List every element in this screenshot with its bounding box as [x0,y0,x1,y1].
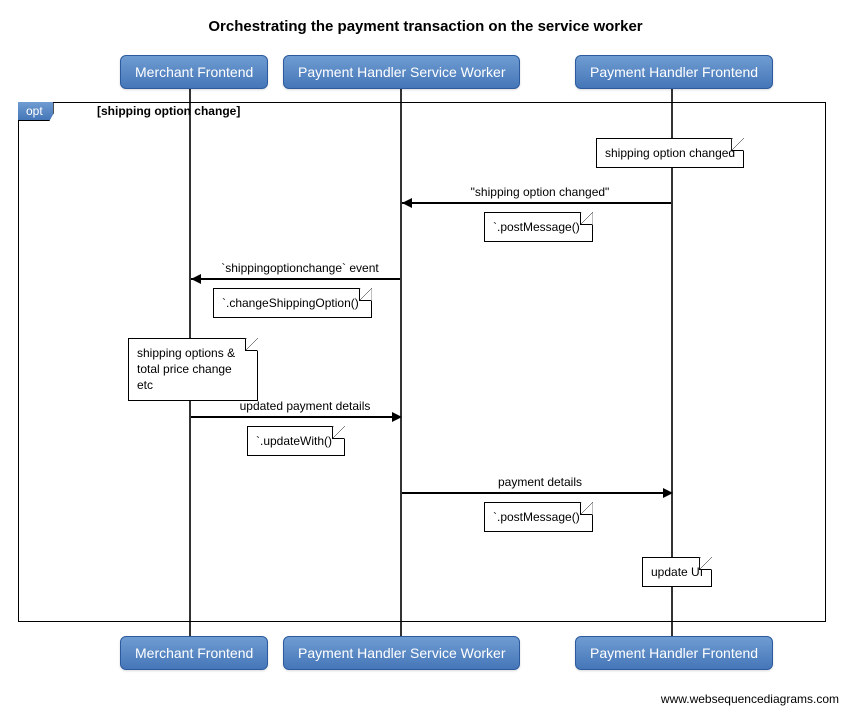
msg-line-1 [402,202,671,204]
participant-sw-bottom: Payment Handler Service Worker [283,636,520,670]
msg-line-3 [191,416,400,418]
msg-label-updated-details: updated payment details [220,399,390,413]
msg-arrow-3 [392,412,402,422]
note-postmessage-2: `.postMessage()` [484,502,593,532]
opt-label: opt [18,102,54,121]
footer-credit: www.websequencediagrams.com [661,692,839,706]
participant-phfrontend-bottom: Payment Handler Frontend [575,636,773,670]
opt-guard: [shipping option change] [97,104,240,118]
participant-label: Payment Handler Service Worker [298,645,505,661]
note-update-ui: update UI [642,557,712,587]
note-options-price: shipping options & total price change et… [128,338,258,401]
msg-arrow-2 [191,274,201,284]
participant-label: Merchant Frontend [135,645,253,661]
participant-label: Payment Handler Service Worker [298,64,505,80]
msg-arrow-4 [663,488,673,498]
msg-label-shippingoptionchange: `shippingoptionchange` event [200,261,400,275]
msg-label-shipping-changed: "shipping option changed" [410,185,670,199]
msg-line-4 [402,492,671,494]
participant-merchant-bottom: Merchant Frontend [120,636,268,670]
note-changeshippingoption: `.changeShippingOption()` [213,288,372,318]
participant-phfrontend-top: Payment Handler Frontend [575,55,773,89]
participant-sw-top: Payment Handler Service Worker [283,55,520,89]
note-postmessage-1: `.postMessage()` [484,212,593,242]
msg-line-2 [191,278,400,280]
participant-merchant-top: Merchant Frontend [120,55,268,89]
note-updatewith: `.updateWith()` [247,426,345,456]
participant-label: Merchant Frontend [135,64,253,80]
msg-label-payment-details: payment details [460,475,620,489]
participant-label: Payment Handler Frontend [590,64,758,80]
msg-arrow-1 [402,198,412,208]
note-shipping-changed: shipping option changed [596,138,744,168]
participant-label: Payment Handler Frontend [590,645,758,661]
diagram-title: Orchestrating the payment transaction on… [0,0,851,35]
